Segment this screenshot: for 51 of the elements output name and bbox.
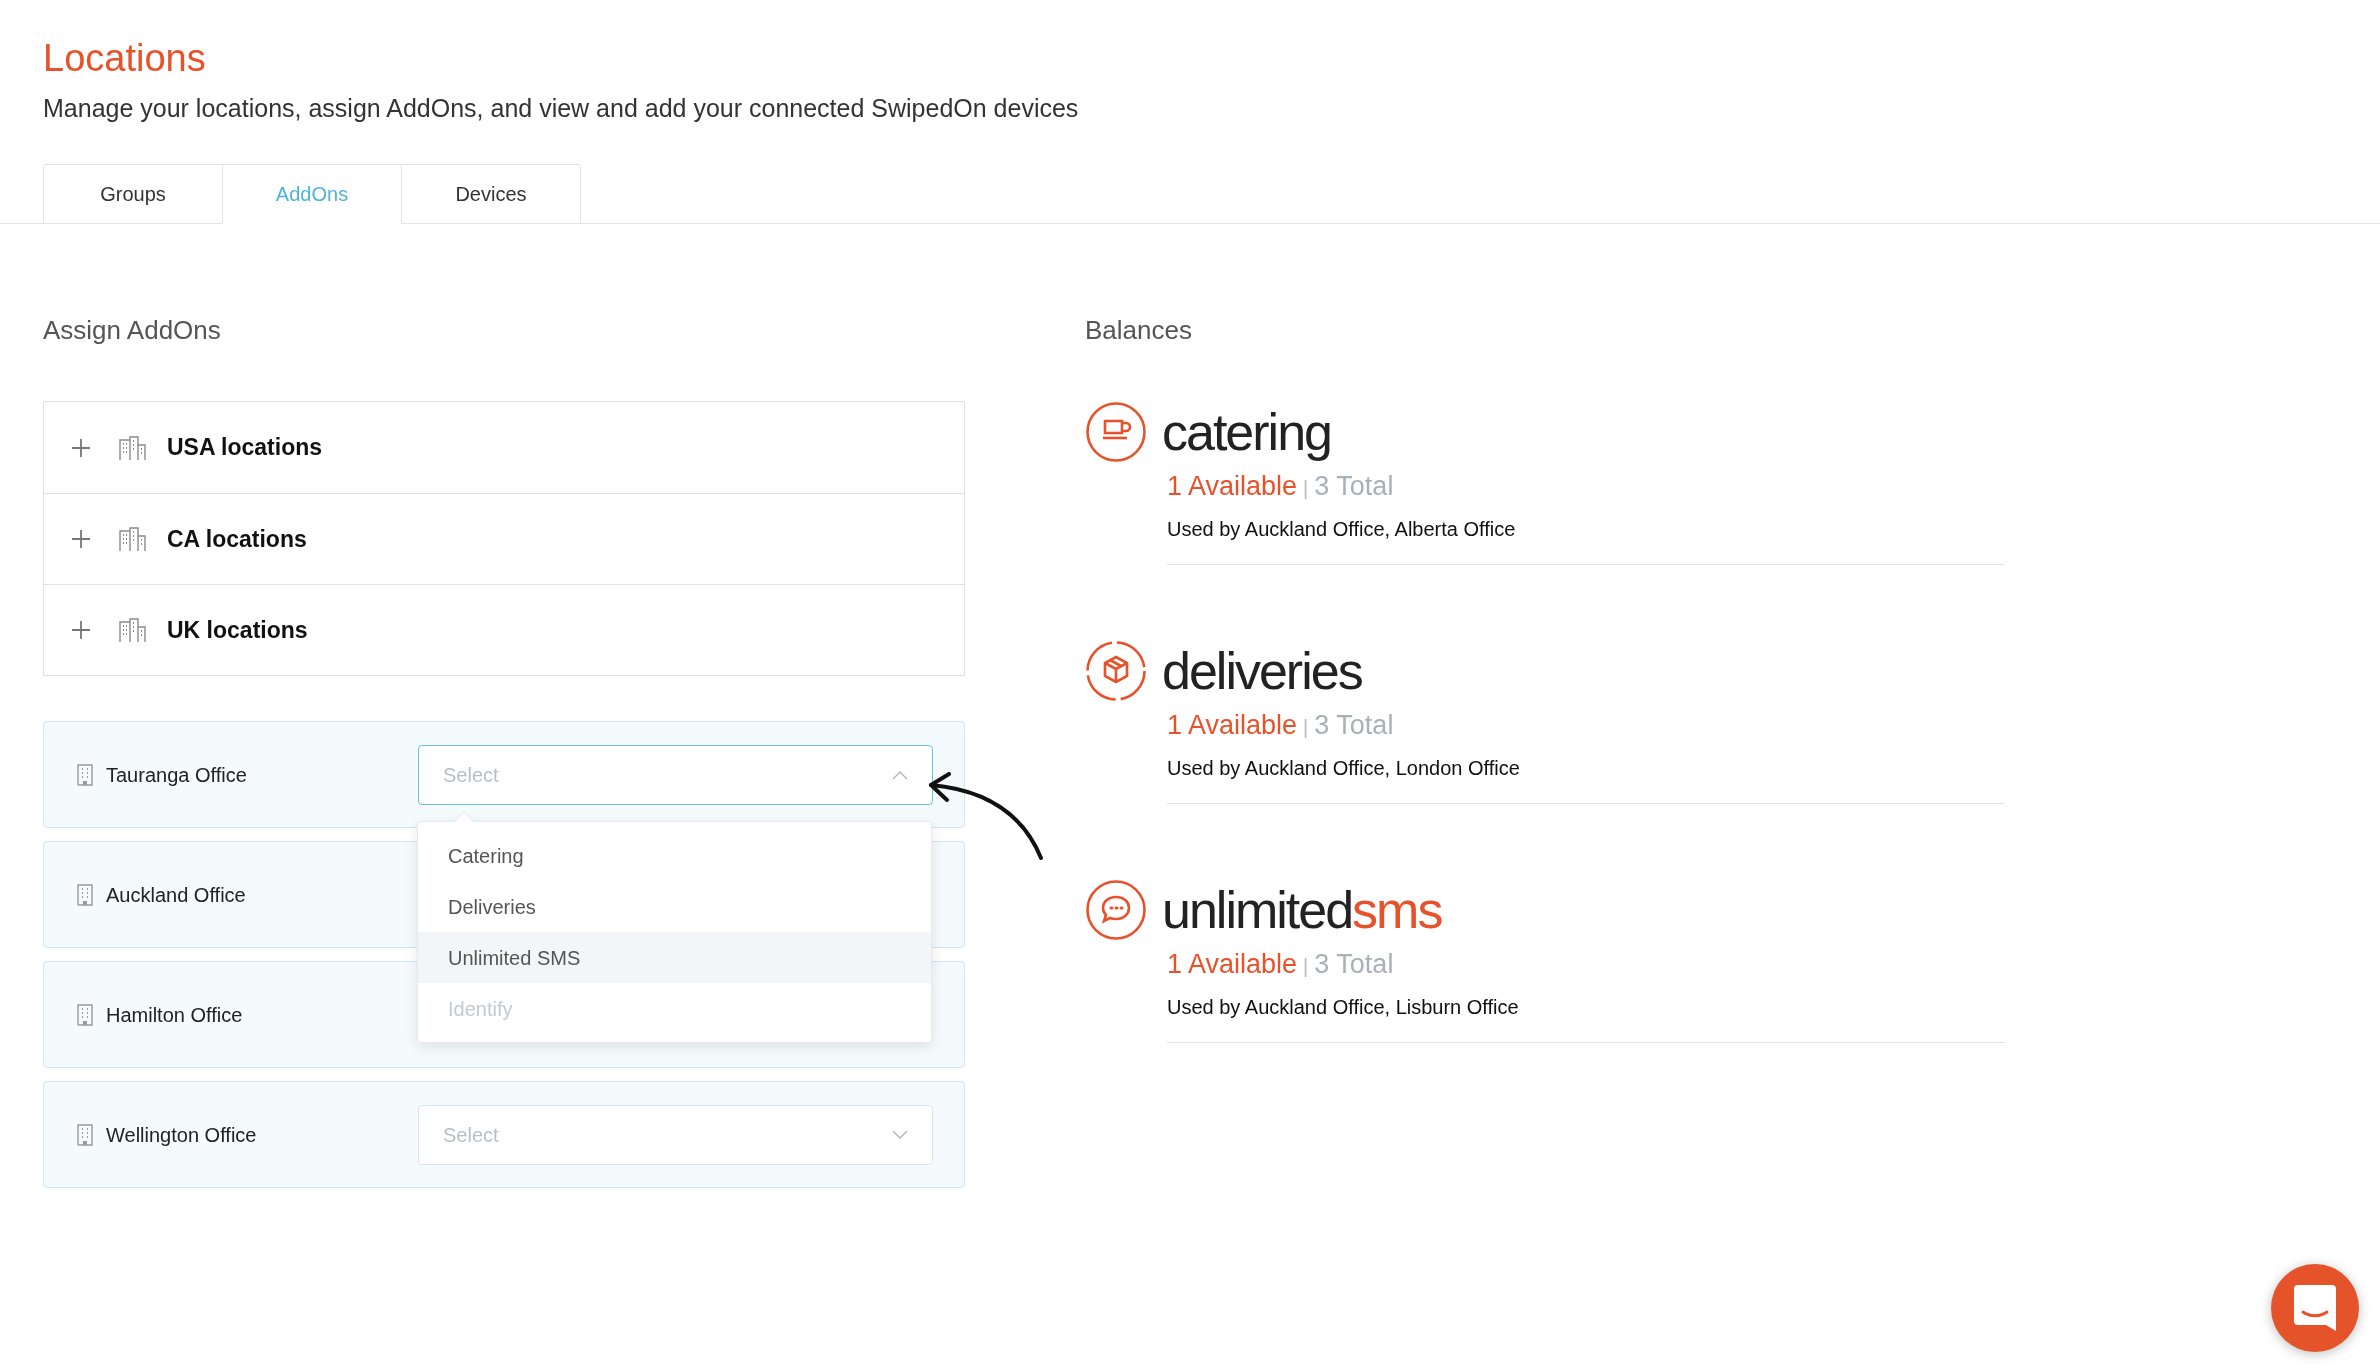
- tab[interactable]: Groups: [43, 164, 223, 224]
- total-count: 3 Total: [1314, 948, 1394, 981]
- used-by-text: Used by Auckland Office, Lisburn Office: [1167, 995, 1519, 1020]
- dropdown-option[interactable]: Catering: [418, 830, 931, 881]
- tab[interactable]: Devices: [401, 164, 581, 224]
- dropdown-option[interactable]: Deliveries: [418, 881, 931, 932]
- building-icon: [77, 883, 93, 906]
- separator: |: [1303, 954, 1309, 979]
- total-count: 3 Total: [1314, 709, 1394, 742]
- page-title: Locations: [43, 36, 206, 81]
- available-count: 1 Available: [1167, 948, 1298, 981]
- used-by-text: Used by Auckland Office, Alberta Office: [1167, 517, 1516, 542]
- available-count: 1 Available: [1167, 470, 1298, 503]
- group-label: CA locations: [167, 524, 307, 554]
- buildings-icon: [119, 617, 147, 643]
- office-name: Tauranga Office: [106, 762, 247, 788]
- dropdown-option[interactable]: Unlimited SMS: [418, 932, 931, 983]
- separator: |: [1303, 715, 1309, 740]
- page-subtitle: Manage your locations, assign AddOns, and view and add your connected SwipedOn devices: [43, 93, 1079, 124]
- chat-icon: [2293, 1284, 2337, 1332]
- office-name: Hamilton Office: [106, 1002, 243, 1028]
- plus-icon[interactable]: [72, 438, 90, 457]
- group-row[interactable]: CA locations: [44, 493, 964, 584]
- building-icon: [77, 763, 93, 786]
- chevron-down-icon: [892, 1129, 908, 1140]
- separator: |: [1303, 476, 1309, 501]
- total-count: 3 Total: [1314, 470, 1394, 503]
- addon-logo: unlimitedsms: [1162, 880, 1442, 941]
- building-icon: [77, 1003, 93, 1026]
- chat-bubble-icon: [1085, 879, 1147, 941]
- group-row[interactable]: UK locations: [44, 584, 964, 675]
- building-icon: [77, 1123, 93, 1146]
- available-count: 1 Available: [1167, 709, 1298, 742]
- section-heading: Assign AddOns: [43, 314, 221, 346]
- office-name: Auckland Office: [106, 882, 246, 908]
- plus-icon[interactable]: [72, 530, 90, 548]
- group-label: USA locations: [167, 433, 323, 463]
- chat-button[interactable]: [2271, 1264, 2359, 1352]
- cup-icon: [1085, 401, 1147, 463]
- office-name: Wellington Office: [106, 1122, 257, 1148]
- buildings-icon: [119, 526, 147, 552]
- group-label: UK locations: [167, 615, 308, 645]
- addon-logo: deliveries: [1162, 641, 1362, 702]
- addon-logo: catering: [1162, 402, 1331, 463]
- plus-icon[interactable]: [72, 621, 90, 639]
- box-icon: [1085, 640, 1147, 702]
- group-row[interactable]: USA locations: [44, 402, 964, 493]
- section-heading: Balances: [1085, 314, 1192, 346]
- used-by-text: Used by Auckland Office, London Office: [1167, 756, 1520, 781]
- chevron-up-icon: [892, 769, 908, 780]
- buildings-icon: [119, 434, 147, 461]
